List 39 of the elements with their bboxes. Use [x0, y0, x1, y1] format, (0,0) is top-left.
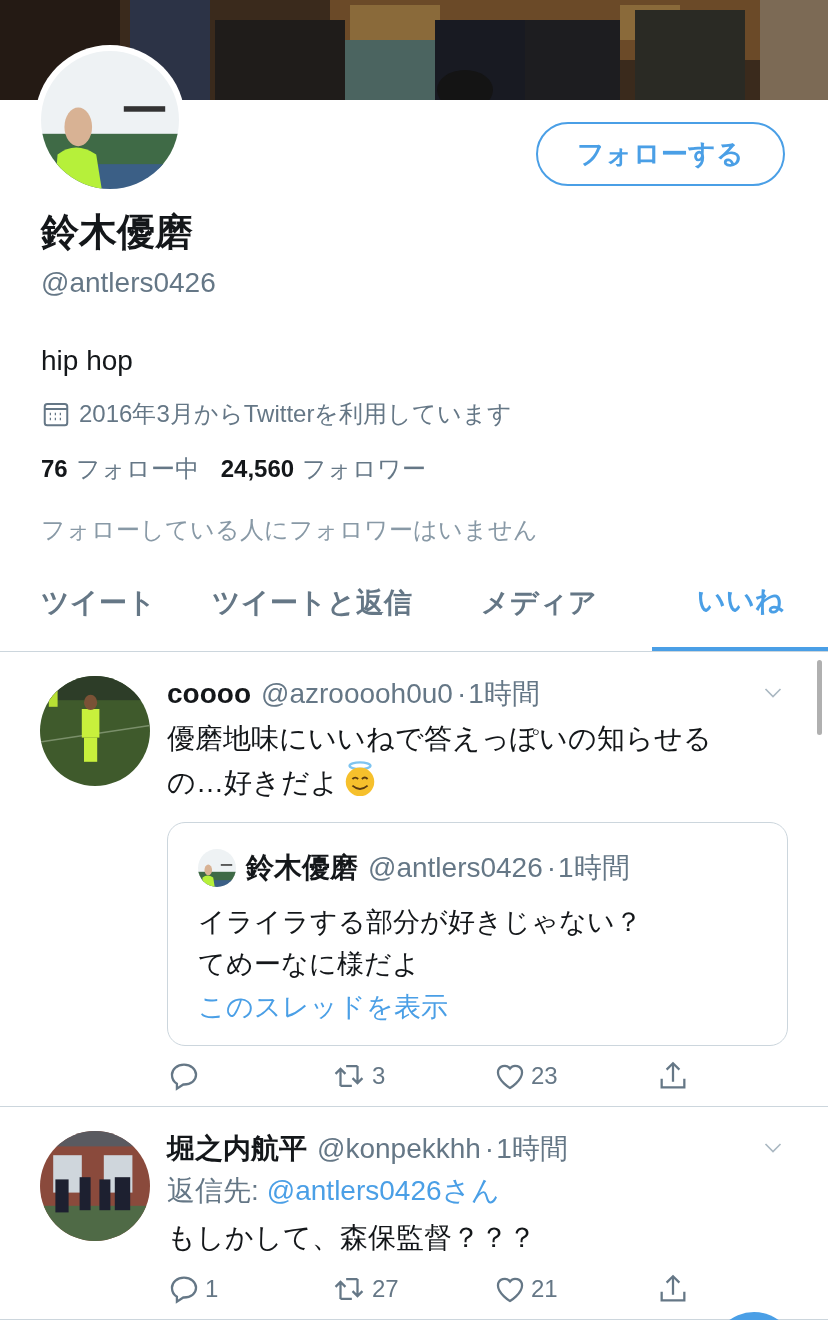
- tweet-time: 1時間: [468, 677, 540, 711]
- profile-tab[interactable]: メディア: [425, 560, 653, 651]
- action-count: 27: [372, 1274, 399, 1304]
- tweet-author-name: 堀之内航平: [167, 1132, 307, 1166]
- mutual-followers-note: フォローしている人にフォロワーはいません: [41, 515, 539, 545]
- profile-tab[interactable]: いいね: [652, 560, 828, 651]
- quote-time: 1時間: [558, 851, 630, 885]
- action-count: 21: [531, 1274, 558, 1304]
- show-thread-link[interactable]: このスレッドを表示: [198, 985, 757, 1029]
- profile-tab[interactable]: ツイート: [0, 560, 198, 651]
- tweet-author-name: coooo: [167, 677, 251, 711]
- profile-bio: hip hop: [41, 344, 134, 378]
- joined-date: 2016年3月からTwitterを利用しています: [79, 399, 513, 429]
- profile-handle: @antlers0426: [41, 266, 217, 300]
- tweet-author-handle: @konpekkhh: [317, 1132, 481, 1166]
- action-count: 3: [372, 1061, 386, 1091]
- action-count: 23: [531, 1061, 558, 1091]
- followers-label: フォロワー: [302, 454, 427, 484]
- quote-author-name: 鈴木優磨: [246, 851, 358, 885]
- quote-text: てめーなに様だよ: [198, 948, 421, 981]
- quote-text: イライラする部分が好きじゃない？: [198, 906, 643, 939]
- tweet-author-handle: @azrooooh0u0: [261, 677, 453, 711]
- separator-dot: ·: [546, 851, 557, 885]
- reply-label: 返信先:: [167, 1175, 259, 1206]
- following-label: フォロー中: [75, 454, 199, 484]
- profile-name: 鈴木優磨: [41, 210, 194, 255]
- tweet-text: 優磨地味にいいねで答えっぽいの知らせるの…好きだよ: [167, 723, 712, 798]
- tweet-text: もしかして、森保監督？？？: [167, 1222, 536, 1253]
- followers-count: 24,560: [220, 454, 295, 484]
- quote-author-handle: @antlers0426: [368, 851, 543, 885]
- profile-tab[interactable]: ツイートと返信: [198, 560, 426, 651]
- quoted-tweet-card[interactable]: 鈴木優磨 @antlers0426·1時間 イライラする部分が好きじゃない？ てめーなに様だよ このスレッドを表示: [167, 822, 788, 1046]
- separator-dot: ·: [456, 677, 467, 711]
- reply-to-link[interactable]: @antlers0426さん: [266, 1175, 500, 1206]
- follow-button[interactable]: フォローする: [536, 122, 785, 186]
- action-count: 1: [205, 1274, 219, 1304]
- separator-dot: ·: [484, 1132, 495, 1166]
- tweet-time: 1時間: [496, 1132, 568, 1166]
- following-count: 76: [41, 454, 68, 484]
